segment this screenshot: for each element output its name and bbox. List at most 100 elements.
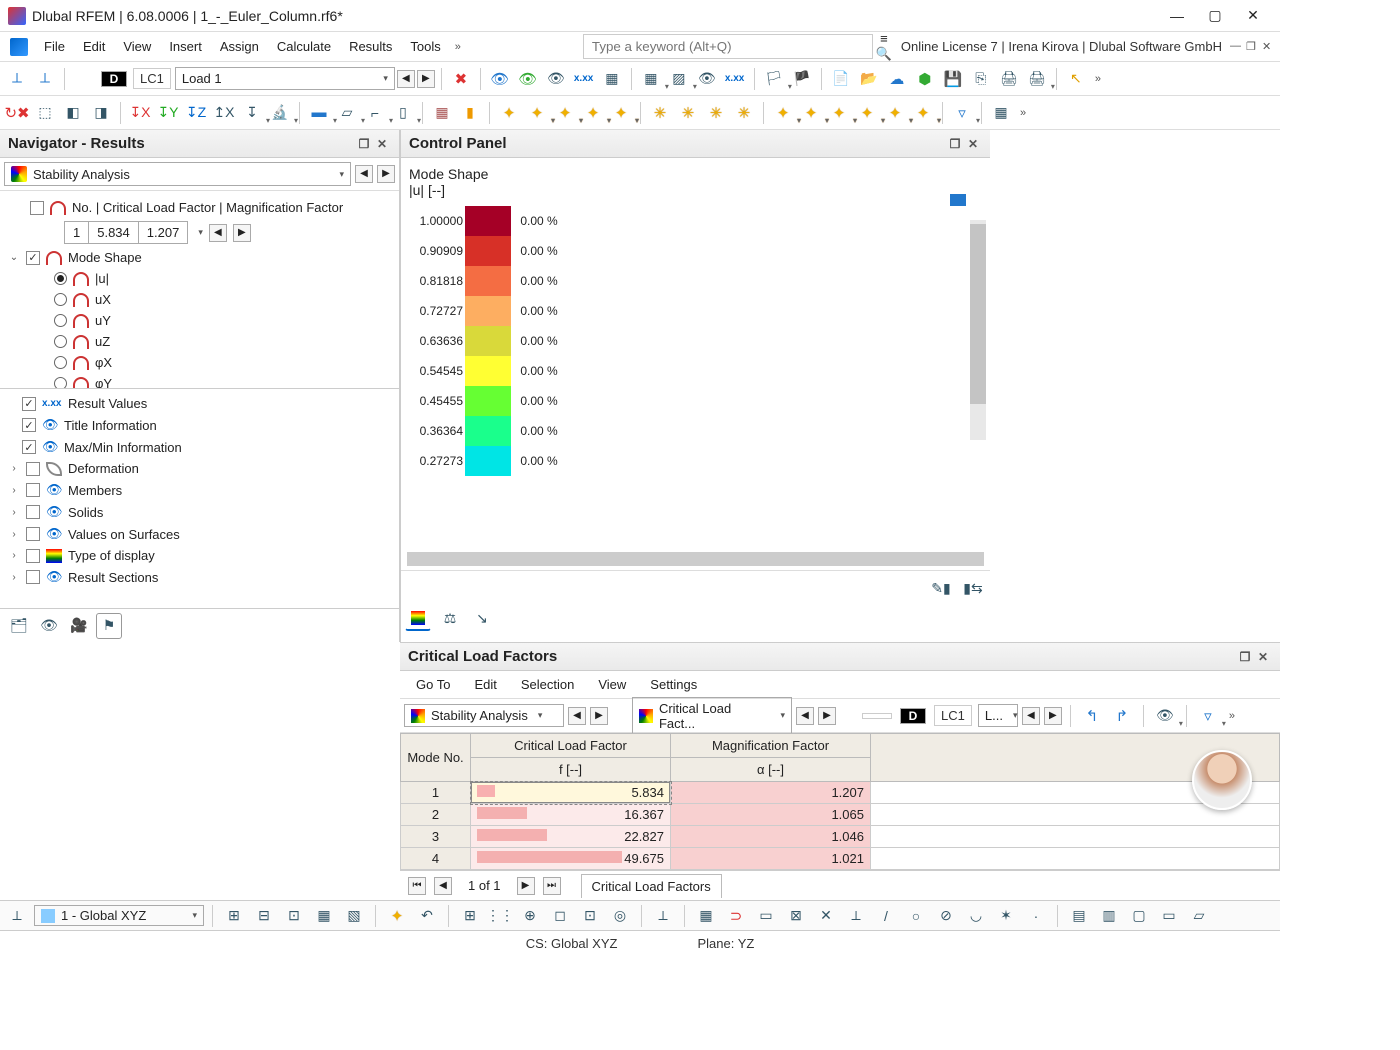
guide-box-icon[interactable]: ▢ xyxy=(1126,903,1152,929)
guide-h-icon[interactable]: ▤ xyxy=(1066,903,1092,929)
navigator-analysis-select[interactable]: Stability Analysis ▾ xyxy=(4,162,351,186)
clf-values-row[interactable]: 1 5.834 1.207 xyxy=(64,221,188,244)
tp-lc-select[interactable]: L...▾ xyxy=(978,704,1018,727)
expand-mode-shape[interactable]: ⌄ xyxy=(8,252,20,263)
table-row[interactable]: 449.6751.021 xyxy=(401,848,1280,870)
nav-tab-data-icon[interactable]: 🗂 xyxy=(6,613,32,639)
eye-result-icon[interactable]: 👁 xyxy=(694,66,720,92)
load-area-icon[interactable]: ✳ xyxy=(703,100,729,126)
star-rect-icon[interactable]: ✦ xyxy=(608,100,634,126)
gen-load4-icon[interactable]: ✦ xyxy=(854,100,880,126)
lc-prev-button[interactable]: ◀ xyxy=(397,70,415,88)
osnap-line-icon[interactable]: / xyxy=(873,903,899,929)
mdi-minimize-icon[interactable]: — xyxy=(1230,40,1244,54)
cp-undock-icon[interactable]: ❐ xyxy=(946,137,964,151)
sb-b-icon[interactable]: ⊟ xyxy=(251,903,277,929)
cp-scrollbar[interactable] xyxy=(970,220,986,440)
tp-sel2-prev[interactable]: ◀ xyxy=(796,707,814,725)
tp-menu-goto[interactable]: Go To xyxy=(406,674,460,695)
loadcase-select[interactable]: Load 1▾ xyxy=(175,67,395,90)
radio-u[interactable] xyxy=(54,272,67,285)
tool-member-icon[interactable]: ⟂ xyxy=(32,66,58,92)
delete-results-icon[interactable]: ✖ xyxy=(448,66,474,92)
close-button[interactable]: ✕ xyxy=(1234,0,1272,32)
guide-plane-icon[interactable]: ▱ xyxy=(1186,903,1212,929)
table-row[interactable]: 15.8341.207 xyxy=(401,782,1280,804)
osnap-cross-icon[interactable]: ✕ xyxy=(813,903,839,929)
tp-eye-icon[interactable]: 👁 xyxy=(1152,703,1178,729)
snap-end-icon[interactable]: ◻ xyxy=(547,903,573,929)
menu-view[interactable]: View xyxy=(115,35,159,58)
load-line-icon[interactable]: ✳ xyxy=(675,100,701,126)
cube-side-icon[interactable]: ◨ xyxy=(88,100,114,126)
tool-node-icon[interactable]: ⟂ xyxy=(4,66,30,92)
mdi-restore-icon[interactable]: ❐ xyxy=(1246,40,1260,54)
tp-result-select[interactable]: Critical Load Fact...▾ xyxy=(632,697,792,735)
axis-neg-x-icon[interactable]: ↥X xyxy=(211,100,237,126)
sb-a-icon[interactable]: ⊞ xyxy=(221,903,247,929)
tp-menu-settings[interactable]: Settings xyxy=(640,674,707,695)
radio-phiy[interactable] xyxy=(54,377,67,388)
navigator-undock-icon[interactable]: ❐ xyxy=(355,137,373,151)
axis-y-icon[interactable]: ↧Y xyxy=(155,100,181,126)
osnap-circle-icon[interactable]: ○ xyxy=(903,903,929,929)
tp-sync-sel-icon[interactable]: ↰ xyxy=(1079,703,1105,729)
menu-calculate[interactable]: Calculate xyxy=(269,35,339,58)
nav-tab-results-icon[interactable]: ⚑ xyxy=(96,613,122,639)
star1-icon[interactable]: ✦ xyxy=(496,100,522,126)
radio-uy[interactable] xyxy=(54,314,67,327)
chk-result-values[interactable] xyxy=(22,397,36,411)
tp-toolbar-overflow[interactable]: » xyxy=(1225,710,1239,722)
shape-extrude-icon[interactable]: ▬ xyxy=(306,100,332,126)
osnap-perp-icon[interactable]: ⟂ xyxy=(843,903,869,929)
shape-beam-icon[interactable]: ⌐ xyxy=(362,100,388,126)
refresh-icon[interactable]: ↻✖ xyxy=(4,100,30,126)
snap-dots-icon[interactable]: ⋮⋮ xyxy=(487,903,513,929)
menu-assign[interactable]: Assign xyxy=(212,35,267,58)
cp-close-icon[interactable]: ✕ xyxy=(964,137,982,151)
assistant-avatar[interactable] xyxy=(1192,750,1252,810)
pager-first[interactable]: ⏮ xyxy=(408,877,426,895)
print-menu-icon[interactable]: 🖨 xyxy=(1024,66,1050,92)
osnap-tan-icon[interactable]: ⊘ xyxy=(933,903,959,929)
guide-bar-icon[interactable]: ▭ xyxy=(1156,903,1182,929)
star2-icon[interactable]: ✦ xyxy=(524,100,550,126)
tp-menu-view[interactable]: View xyxy=(588,674,636,695)
star-line2-icon[interactable]: ✦ xyxy=(580,100,606,126)
tp-sync-view-icon[interactable]: ↱ xyxy=(1109,703,1135,729)
chk-display-type[interactable] xyxy=(26,549,40,563)
menu-insert[interactable]: Insert xyxy=(161,35,210,58)
mesh-icon[interactable]: ▦ xyxy=(429,100,455,126)
toolbar2-overflow[interactable]: » xyxy=(1016,107,1030,119)
load-node-icon[interactable]: ✳ xyxy=(647,100,673,126)
cube-front-icon[interactable]: ◧ xyxy=(60,100,86,126)
cs-select[interactable]: 1 - Global XYZ▾ xyxy=(34,905,204,926)
chk-maxmin[interactable] xyxy=(22,440,36,454)
chk-values-surf[interactable] xyxy=(26,527,40,541)
sb-star-icon[interactable]: ✦ xyxy=(384,903,410,929)
open-file-icon[interactable]: 📂 xyxy=(856,66,882,92)
cp-hscroll[interactable] xyxy=(407,552,984,566)
radio-ux[interactable] xyxy=(54,293,67,306)
lc-next-button[interactable]: ▶ xyxy=(417,70,435,88)
osnap-grid-icon[interactable]: ▦ xyxy=(693,903,719,929)
menu-file[interactable]: File xyxy=(36,35,73,58)
tp-menu-edit[interactable]: Edit xyxy=(464,674,506,695)
clf-next[interactable]: ▶ xyxy=(233,224,251,242)
value-result-icon[interactable]: x.xx xyxy=(722,66,748,92)
sb-e-icon[interactable]: ▧ xyxy=(341,903,367,929)
cursor-icon[interactable]: ↖ xyxy=(1063,66,1089,92)
gen-load5-icon[interactable]: ✦ xyxy=(882,100,908,126)
chk-solids[interactable] xyxy=(26,505,40,519)
radio-uz[interactable] xyxy=(54,335,67,348)
chk-sections[interactable] xyxy=(26,570,40,584)
eye-deform-icon[interactable]: 👁 xyxy=(487,66,513,92)
osnap-magnet-icon[interactable]: ⊃ xyxy=(723,903,749,929)
table-row[interactable]: 322.8271.046 xyxy=(401,826,1280,848)
load-solid-icon[interactable]: ✳ xyxy=(731,100,757,126)
nav-tab-display-icon[interactable]: 👁 xyxy=(36,613,62,639)
render-icon[interactable]: ▨ xyxy=(666,66,692,92)
osnap-int-icon[interactable]: ✶ xyxy=(993,903,1019,929)
nav-select-prev[interactable]: ◀ xyxy=(355,165,373,183)
snap-mid-icon[interactable]: ⊡ xyxy=(577,903,603,929)
